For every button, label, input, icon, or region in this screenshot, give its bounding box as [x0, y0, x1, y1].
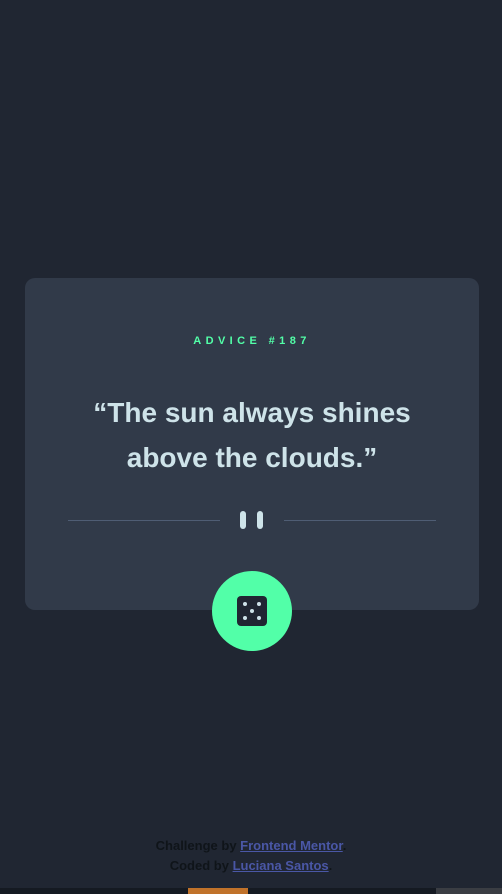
bottom-strip-segment	[436, 888, 502, 894]
advice-card: ADVICE #187 “The sun always shines above…	[25, 278, 479, 610]
divider-line-right	[284, 520, 436, 521]
attribution-coder-suffix: .	[328, 858, 333, 873]
attribution-coder: Coded by Luciana Santos.	[0, 856, 502, 876]
attribution: Challenge by Frontend Mentor. Coded by L…	[0, 836, 502, 876]
advice-id: ADVICE #187	[193, 335, 311, 347]
divider-line-left	[68, 520, 220, 521]
bottom-strip	[0, 888, 502, 894]
dice-icon	[237, 596, 267, 626]
attribution-challenge: Challenge by Frontend Mentor.	[0, 836, 502, 856]
author-link[interactable]: Luciana Santos	[233, 858, 329, 873]
advice-quote: “The sun always shines above the clouds.…	[93, 397, 411, 473]
page: ADVICE #187 “The sun always shines above…	[0, 0, 502, 894]
attribution-challenge-suffix: .	[342, 838, 347, 853]
frontend-mentor-link[interactable]: Frontend Mentor	[240, 838, 343, 853]
attribution-challenge-text: Challenge by	[155, 838, 241, 853]
pause-icon	[239, 511, 265, 531]
divider	[68, 508, 436, 534]
bottom-strip-segment	[188, 888, 248, 894]
generate-advice-button[interactable]	[212, 571, 292, 651]
attribution-coder-text: Coded by	[169, 858, 233, 873]
